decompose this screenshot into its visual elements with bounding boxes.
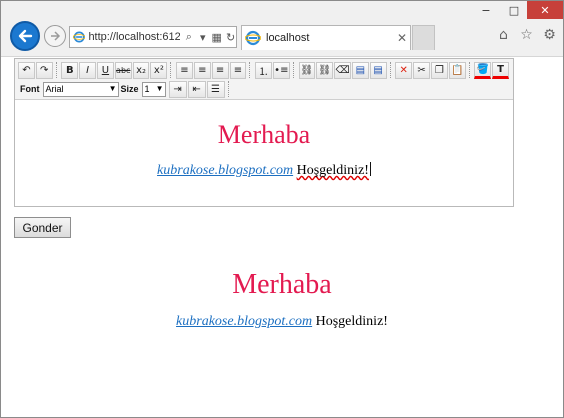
- horizontal-rule-button[interactable]: ☰: [206, 80, 225, 98]
- font-select[interactable]: Arial ▼: [42, 81, 119, 97]
- font-label: Font: [20, 84, 40, 94]
- text-cursor: [369, 162, 371, 176]
- align-right-button[interactable]: ≡: [211, 61, 229, 79]
- editor-line: kubrakose.blogspot.com Hoşgeldiniz!: [157, 162, 371, 179]
- superscript-button[interactable]: x²: [150, 61, 168, 79]
- output-welcome-text: Hoşgeldiniz!: [315, 314, 388, 329]
- align-left-button[interactable]: ≡: [176, 61, 193, 79]
- toolbar-separator: [468, 62, 473, 78]
- new-tab-button[interactable]: [412, 25, 435, 50]
- forward-arrow-icon: [51, 31, 61, 41]
- home-icon[interactable]: ⌂: [496, 27, 511, 43]
- redo-button[interactable]: ↷: [35, 61, 53, 79]
- toolbar-row-font: Font Arial ▼ Size 1 ▼ ⇥ ⇤ ☰: [18, 80, 510, 98]
- maximize-button[interactable]: □: [501, 1, 527, 19]
- font-select-value: Arial: [45, 84, 64, 94]
- bold-button[interactable]: B: [61, 61, 79, 79]
- back-color-button[interactable]: 🪣: [474, 61, 492, 79]
- output-heading: Merhaba: [232, 269, 332, 300]
- output-line: kubrakose.blogspot.com Hoşgeldiniz!: [176, 314, 388, 330]
- browser-window: − □ ✕ http://localhost:612 ⌕ ▾ ▦ ↻ local…: [0, 0, 564, 418]
- align-center-button[interactable]: ≡: [193, 61, 211, 79]
- ordered-list-button[interactable]: ⒈: [255, 61, 272, 79]
- paste-button[interactable]: 📋: [448, 61, 466, 79]
- rich-text-editor: ↶ ↷ B I Uabc x₂ x² ≡ ≡ ≡ ≡ ⒈ •≡ ⛓ ⛓ ⌫ ▤ ▤ ✕ ✂ ❐ 📋 🪣 T Font Aria…: [14, 58, 514, 207]
- toolbar-separator: [55, 62, 60, 78]
- select-all-button[interactable]: ▤: [351, 61, 369, 79]
- italic-button[interactable]: I: [79, 61, 97, 79]
- submit-button[interactable]: Gonder: [14, 217, 71, 238]
- toolbar-separator: [170, 62, 174, 78]
- size-select-value: 1: [144, 84, 150, 94]
- cut-button[interactable]: ✂: [413, 61, 430, 79]
- size-select[interactable]: 1 ▼: [141, 81, 166, 97]
- refresh-icon[interactable]: ↻: [225, 30, 236, 44]
- compat-view-icon[interactable]: ▦: [211, 30, 222, 44]
- chevron-down-icon: ▼: [155, 83, 164, 93]
- copy-button[interactable]: ❐: [430, 61, 448, 79]
- unordered-list-button[interactable]: •≡: [272, 61, 290, 79]
- browser-chrome: − □ ✕ http://localhost:612 ⌕ ▾ ▦ ↻ local…: [1, 1, 563, 57]
- size-label: Size: [120, 84, 139, 94]
- search-icon[interactable]: ⌕: [183, 30, 194, 44]
- ie-logo-icon: [73, 31, 86, 43]
- insert-link-button[interactable]: ⛓: [298, 61, 316, 79]
- toolbar-separator: [249, 62, 253, 78]
- tab-close-icon[interactable]: ✕: [394, 30, 410, 46]
- eraser-button[interactable]: ⌫: [334, 61, 351, 79]
- toolbar-row-formatting: ↶ ↷ B I Uabc x₂ x² ≡ ≡ ≡ ≡ ⒈ •≡ ⛓ ⛓ ⌫ ▤ ▤ ✕ ✂ ❐ 📋 🪣 T: [18, 61, 510, 79]
- output-link[interactable]: kubrakose.blogspot.com: [176, 314, 312, 329]
- tab-localhost[interactable]: localhost ✕: [241, 25, 411, 50]
- address-bar[interactable]: http://localhost:612 ⌕ ▾ ▦ ↻: [69, 26, 237, 48]
- tab-ie-icon: [245, 30, 261, 46]
- toolbar-separator: [227, 81, 232, 97]
- fore-color-button[interactable]: T: [492, 61, 509, 79]
- minimize-button[interactable]: −: [473, 1, 499, 19]
- back-button[interactable]: [10, 21, 40, 51]
- justify-button[interactable]: ≡: [229, 61, 247, 79]
- forward-button[interactable]: [44, 25, 66, 47]
- underline-button[interactable]: U: [97, 61, 114, 79]
- editor-link[interactable]: kubrakose.blogspot.com: [157, 163, 293, 178]
- chevron-down-icon: ▼: [108, 83, 117, 93]
- undo-button[interactable]: ↶: [18, 61, 35, 79]
- favorites-star-icon[interactable]: ☆: [519, 27, 534, 43]
- remove-link-button[interactable]: ⛓: [316, 61, 334, 79]
- settings-gear-icon[interactable]: ⚙: [542, 27, 557, 43]
- strikethrough-button[interactable]: abc: [114, 61, 132, 79]
- subscript-button[interactable]: x₂: [132, 61, 150, 79]
- dropdown-icon[interactable]: ▾: [197, 30, 208, 44]
- output-area: Merhaba kubrakose.blogspot.com Hoşgeldin…: [1, 269, 563, 330]
- toolbar-separator: [389, 62, 394, 78]
- toolbar-separator: [292, 62, 297, 78]
- outdent-button[interactable]: ⇤: [187, 80, 206, 98]
- editor-content[interactable]: Merhaba kubrakose.blogspot.com Hoşgeldin…: [15, 100, 513, 206]
- indent-button[interactable]: ⇥: [168, 80, 187, 98]
- remove-format-button[interactable]: ▤: [369, 61, 387, 79]
- tab-title: localhost: [266, 32, 310, 44]
- delete-button[interactable]: ✕: [395, 61, 413, 79]
- editor-heading: Merhaba: [217, 120, 311, 149]
- address-text[interactable]: http://localhost:612: [88, 31, 180, 43]
- close-window-button[interactable]: ✕: [527, 1, 563, 19]
- editor-welcome-text: Hoşgeldiniz!: [296, 163, 369, 178]
- browser-tools: ⌂ ☆ ⚙: [496, 27, 557, 43]
- back-arrow-icon: [18, 29, 33, 43]
- editor-toolbar: ↶ ↷ B I Uabc x₂ x² ≡ ≡ ≡ ≡ ⒈ •≡ ⛓ ⛓ ⌫ ▤ ▤ ✕ ✂ ❐ 📋 🪣 T Font Aria…: [15, 59, 513, 100]
